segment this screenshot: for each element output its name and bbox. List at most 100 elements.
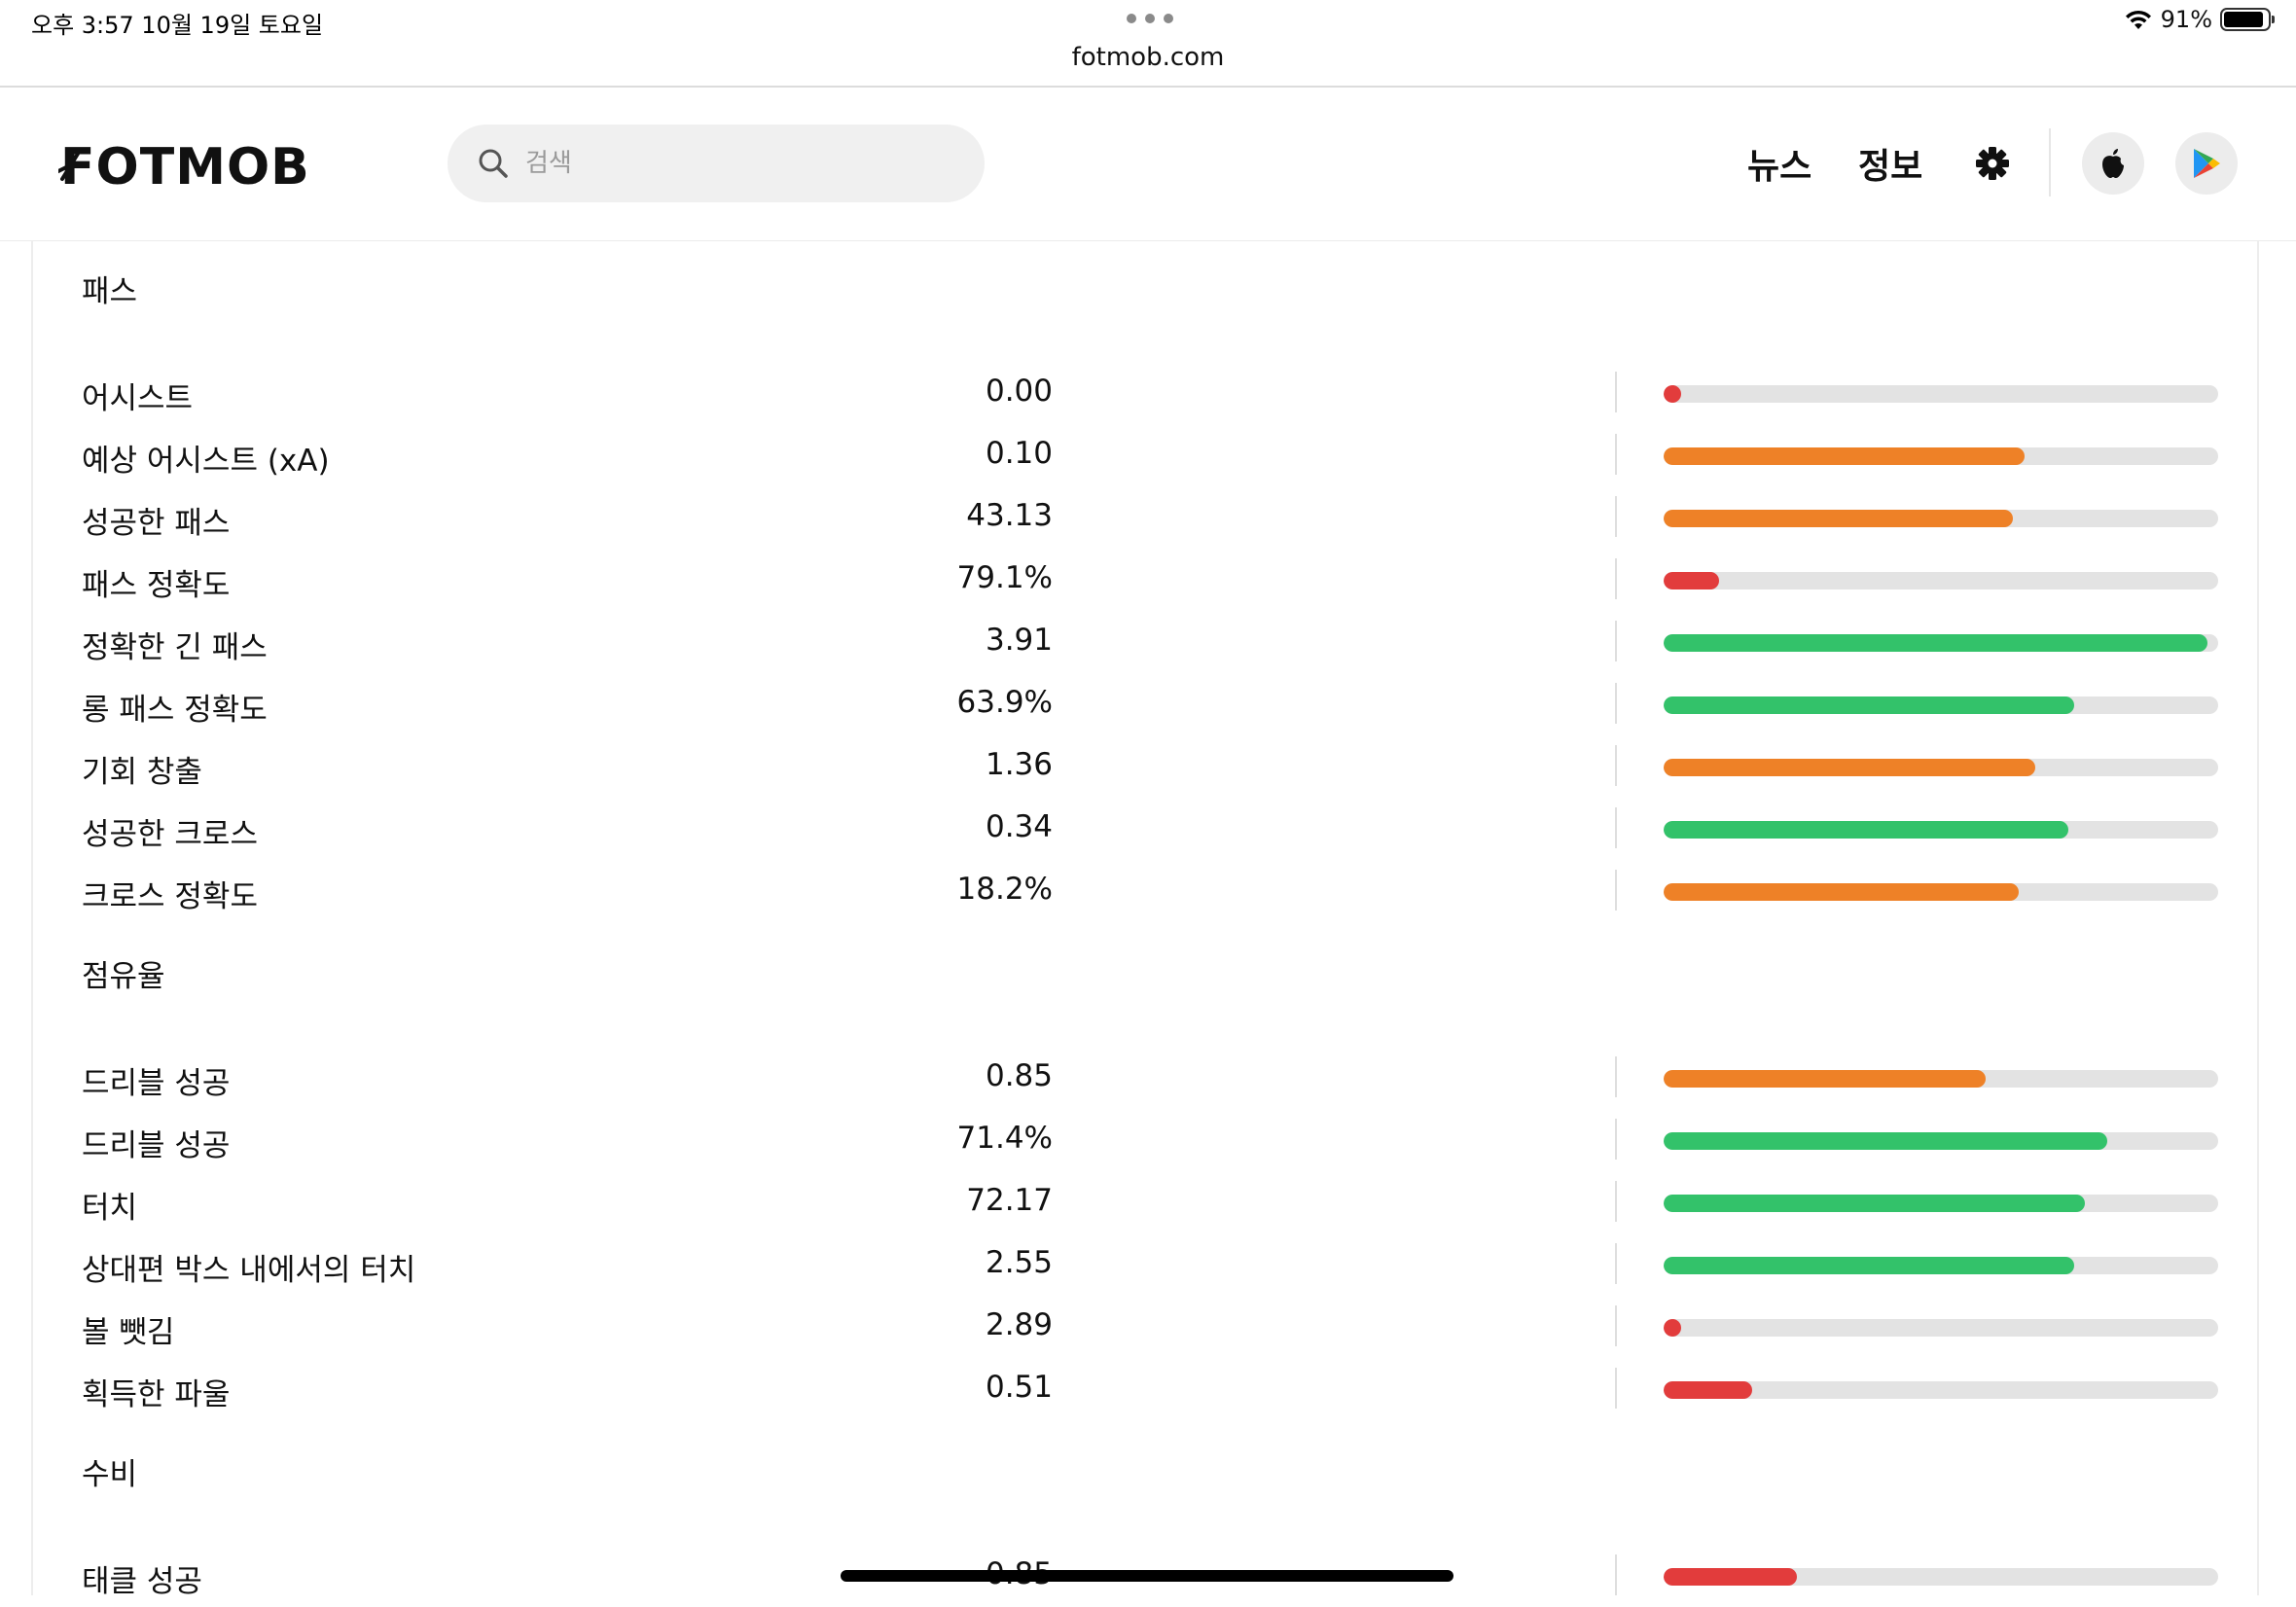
stat-label: 성공한 패스 [82, 506, 231, 541]
stat-divider [1615, 621, 1617, 661]
percentile-bar [1664, 1319, 2218, 1337]
stat-divider [1615, 870, 1617, 911]
search-icon [479, 149, 508, 178]
stat-divider [1615, 1305, 1617, 1346]
google-play-button[interactable] [2175, 132, 2238, 195]
percentile-bar [1664, 510, 2218, 527]
more-dots-icon[interactable] [1127, 14, 1173, 23]
percentile-bar-fill [1664, 1381, 1752, 1399]
stat-label: 성공한 크로스 [82, 817, 258, 852]
percentile-bar [1664, 1195, 2218, 1212]
stat-divider [1615, 1056, 1617, 1097]
percentile-bar-fill [1664, 696, 2074, 714]
percentile-bar [1664, 572, 2218, 589]
stat-value: 18.2% [956, 872, 1053, 907]
stat-divider [1615, 558, 1617, 599]
stat-row: 성공한 패스 43.13 [33, 486, 2261, 549]
wifi-icon [2125, 10, 2151, 29]
stat-row: 어시스트 0.00 [33, 362, 2261, 424]
percentile-bar [1664, 1381, 2218, 1399]
percentile-bar-fill [1664, 1070, 1986, 1088]
percentile-bar-fill [1664, 821, 2068, 839]
app-store-button[interactable] [2082, 132, 2144, 195]
stat-value: 71.4% [956, 1121, 1053, 1156]
stat-label: 크로스 정확도 [82, 879, 258, 914]
percentile-bar-fill [1664, 883, 2019, 901]
nav-news[interactable]: 뉴스 [1747, 138, 1812, 189]
gear-icon[interactable] [1971, 142, 2014, 185]
stat-divider [1615, 683, 1617, 724]
stat-value: 0.85 [985, 1058, 1053, 1093]
percentile-bar-fill [1664, 634, 2207, 652]
section-title: 수비 [82, 1457, 138, 1492]
stat-label: 드리블 성공 [82, 1128, 231, 1163]
stat-label: 정확한 긴 패스 [82, 630, 268, 665]
percentile-bar-fill [1664, 1568, 1797, 1586]
percentile-bar [1664, 385, 2218, 403]
percentile-bar [1664, 821, 2218, 839]
stat-value: 0.51 [985, 1370, 1053, 1405]
search-box[interactable] [448, 125, 985, 202]
status-time: 오후 3:57 10월 19일 토요일 [31, 12, 324, 39]
stat-label: 어시스트 [82, 381, 194, 416]
stat-value: 63.9% [956, 685, 1053, 720]
stat-row: 기회 창출 1.36 [33, 735, 2261, 798]
stat-label: 기회 창출 [82, 755, 202, 790]
stat-divider [1615, 1243, 1617, 1284]
stat-value: 79.1% [956, 560, 1053, 595]
percentile-bar-fill [1664, 759, 2035, 776]
battery-percent: 91% [2160, 6, 2212, 33]
percentile-bar [1664, 1070, 2218, 1088]
stat-divider [1615, 807, 1617, 848]
url-bar[interactable]: fotmob.com [0, 43, 2296, 72]
fotmob-logo[interactable]: FOTMOB [60, 138, 310, 196]
google-play-icon [2194, 149, 2220, 178]
percentile-bar [1664, 696, 2218, 714]
stat-label: 드리블 성공 [82, 1066, 231, 1101]
site-header: FOTMOB 뉴스 정보 [0, 88, 2296, 241]
stat-label: 패스 정확도 [82, 568, 231, 603]
nav-info[interactable]: 정보 [1858, 138, 1922, 189]
percentile-bar-fill [1664, 510, 2013, 527]
stat-label: 예상 어시스트 (xA) [82, 444, 330, 479]
stat-row: 볼 뺏김 2.89 [33, 1296, 2261, 1358]
percentile-bar-fill [1664, 572, 1719, 589]
stat-row: 정확한 긴 패스 3.91 [33, 611, 2261, 673]
percentile-bar-fill [1664, 1195, 2085, 1212]
home-indicator [841, 1570, 1453, 1582]
stat-value: 43.13 [966, 498, 1053, 533]
stat-divider [1615, 434, 1617, 475]
percentile-bar [1664, 1568, 2218, 1586]
header-divider [2049, 128, 2051, 196]
percentile-bar-fill [1664, 1132, 2107, 1150]
stat-label: 볼 뺏김 [82, 1315, 175, 1350]
search-input[interactable] [525, 149, 934, 178]
stat-value: 1.36 [985, 747, 1053, 782]
stat-row: 상대편 박스 내에서의 터치 2.55 [33, 1233, 2261, 1296]
percentile-bar [1664, 447, 2218, 465]
stat-divider [1615, 745, 1617, 786]
percentile-bar [1664, 1132, 2218, 1150]
percentile-bar-fill [1664, 447, 2025, 465]
status-bar: 오후 3:57 10월 19일 토요일 91% [0, 0, 2296, 45]
percentile-bar [1664, 634, 2218, 652]
stat-row: 롱 패스 정확도 63.9% [33, 673, 2261, 735]
stat-label: 태클 성공 [82, 1564, 202, 1599]
stat-label: 획득한 파울 [82, 1377, 231, 1412]
player-stats-card: 패스 어시스트 0.00 예상 어시스트 (xA) 0.10 성공한 패스 43.13 패스 … [31, 241, 2261, 1599]
status-indicators: 91% [2124, 6, 2275, 33]
stat-label: 상대편 박스 내에서의 터치 [82, 1253, 416, 1288]
stat-row: 획득한 파울 0.51 [33, 1358, 2261, 1420]
stat-value: 0.10 [985, 436, 1053, 471]
stat-label: 터치 [82, 1191, 138, 1226]
stat-divider [1615, 496, 1617, 537]
stat-divider [1615, 1368, 1617, 1409]
stat-row: 크로스 정확도 18.2% [33, 860, 2261, 922]
percentile-bar [1664, 883, 2218, 901]
stat-value: 72.17 [966, 1183, 1053, 1218]
stat-divider [1615, 372, 1617, 412]
stat-row: 예상 어시스트 (xA) 0.10 [33, 424, 2261, 486]
percentile-bar [1664, 759, 2218, 776]
stat-label: 롱 패스 정확도 [82, 693, 268, 728]
stat-value: 2.55 [985, 1245, 1053, 1280]
